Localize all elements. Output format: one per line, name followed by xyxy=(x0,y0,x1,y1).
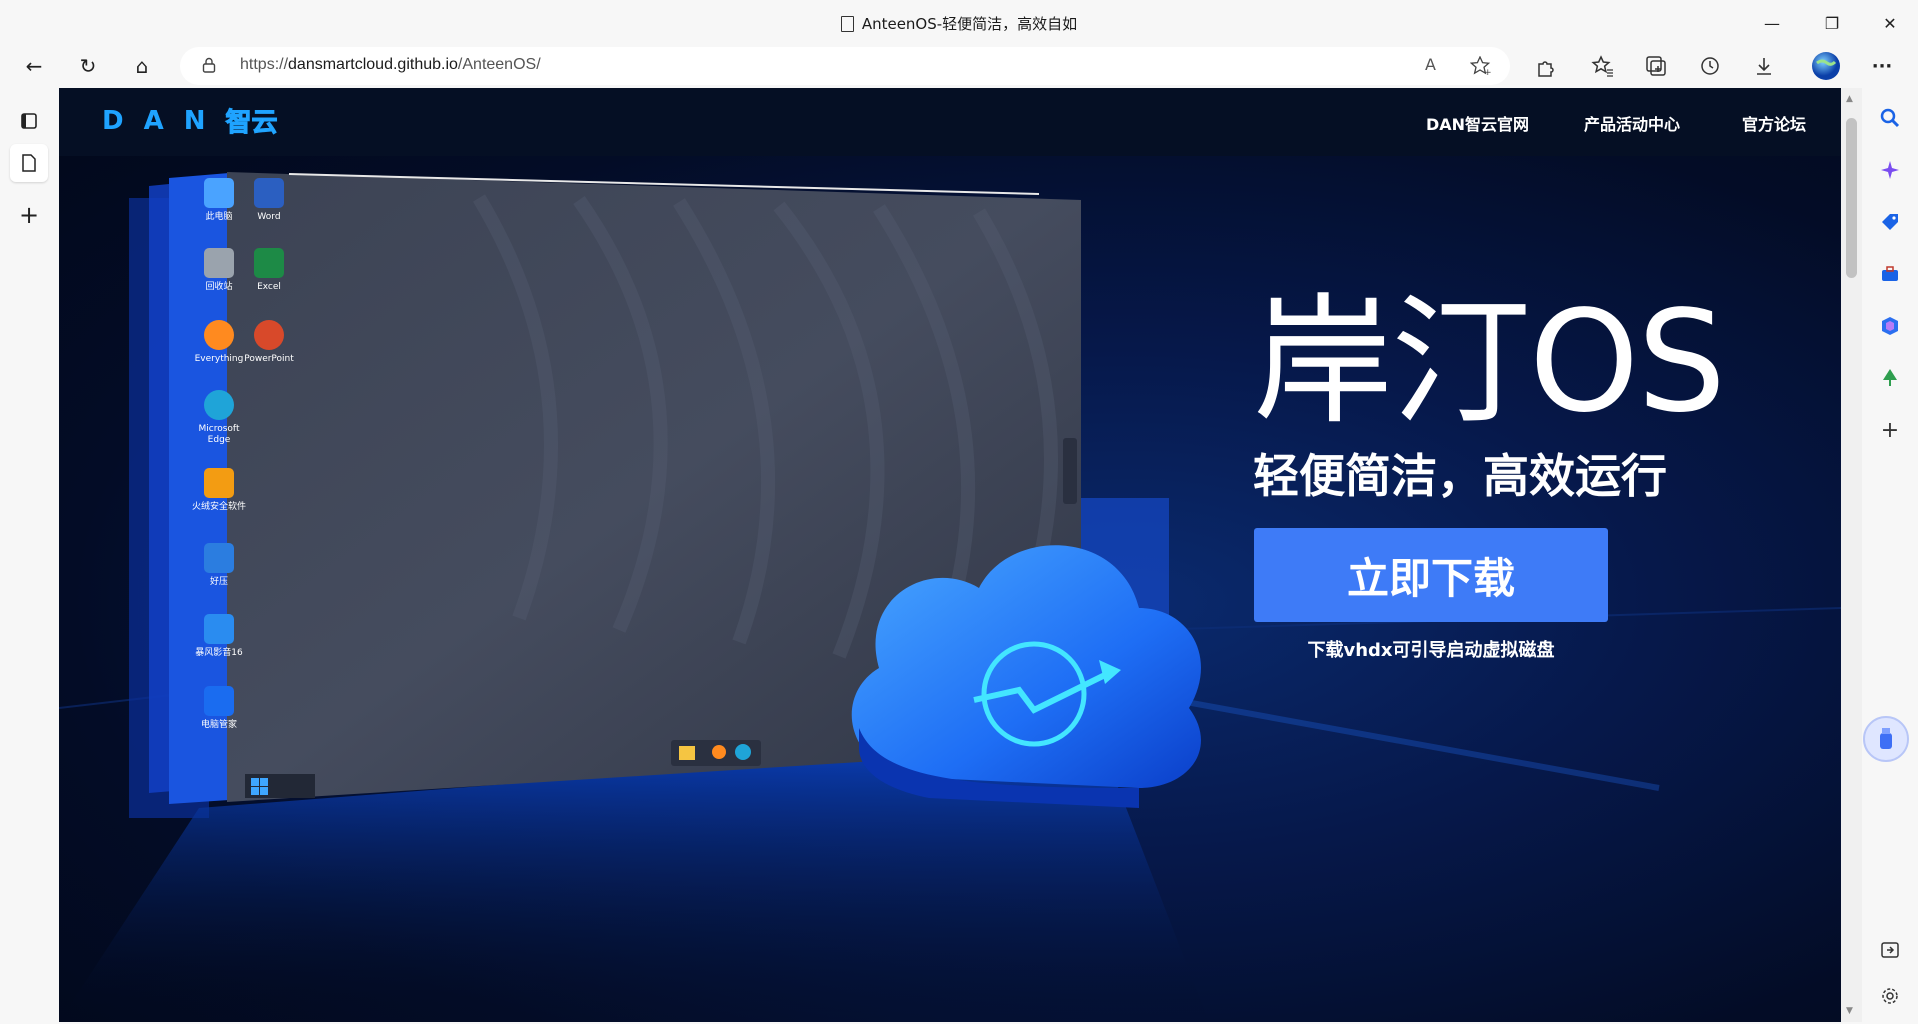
nav-link-official-site[interactable]: DAN智云官网 xyxy=(1426,111,1529,135)
shield-check-icon xyxy=(204,686,234,716)
add-favorite-icon[interactable]: + xyxy=(1470,56,1492,76)
site-logo[interactable]: D A N 智云 xyxy=(102,102,278,139)
vertical-tabs-strip: + xyxy=(0,86,58,1024)
more-menu-button[interactable]: ··· xyxy=(1864,48,1900,84)
add-sidebar-app-icon[interactable]: + xyxy=(1872,412,1908,448)
desktop-icon-pc-manager[interactable]: 电脑管家 xyxy=(189,686,249,731)
desktop-icon-excel[interactable]: Excel xyxy=(239,248,299,293)
new-tab-button[interactable]: + xyxy=(10,196,48,234)
back-button[interactable]: ← xyxy=(16,48,52,84)
history-icon[interactable] xyxy=(1692,48,1728,84)
minimize-button[interactable]: — xyxy=(1752,8,1792,38)
edge-sidebar: + xyxy=(1862,86,1918,1024)
hero-title: 岸汀OS xyxy=(1253,281,1726,444)
logo-letter: N xyxy=(183,105,208,136)
copilot-sparkle-icon[interactable] xyxy=(1872,152,1908,188)
archive-icon xyxy=(204,543,234,573)
downloads-icon[interactable] xyxy=(1746,48,1782,84)
download-button[interactable]: 立即下载 xyxy=(1254,528,1608,622)
desktop-icon-haozip[interactable]: 好压 xyxy=(189,543,249,588)
scroll-down-arrow[interactable]: ▼ xyxy=(1846,1006,1853,1016)
settings-gear-icon[interactable] xyxy=(1872,978,1908,1014)
title-bar: AnteenOS-轻便简洁，高效自如 — ❐ ✕ xyxy=(0,0,1918,46)
collections-icon[interactable] xyxy=(1638,48,1674,84)
window-title: AnteenOS-轻便简洁，高效自如 xyxy=(0,13,1918,34)
web-content: 此电脑 Word 回收站 Excel Everything PowerPoint… xyxy=(59,88,1841,1022)
browser-toolbar: ← ↻ ⌂ https://dansmartcloud.github.io/An… xyxy=(0,46,1918,86)
video-player-icon xyxy=(204,614,234,644)
office-icon[interactable] xyxy=(1872,308,1908,344)
tab-current-page[interactable] xyxy=(10,144,48,182)
home-button[interactable]: ⌂ xyxy=(124,48,160,84)
usb-drive-icon xyxy=(1880,728,1892,749)
extensions-icon[interactable] xyxy=(1528,48,1564,84)
powerpoint-icon xyxy=(254,320,284,350)
address-bar[interactable]: https://dansmartcloud.github.io/AnteenOS… xyxy=(180,47,1510,85)
search-magnifier-icon xyxy=(204,320,234,350)
nav-link-activity-center[interactable]: 产品活动中心 xyxy=(1584,111,1680,135)
search-icon[interactable] xyxy=(1872,100,1908,136)
reload-button[interactable]: ↻ xyxy=(70,48,106,84)
url-text[interactable]: https://dansmartcloud.github.io/AnteenOS… xyxy=(240,56,541,74)
window-title-text: AnteenOS-轻便简洁，高效自如 xyxy=(861,15,1078,33)
favorites-icon[interactable] xyxy=(1584,48,1620,84)
logo-letter: A xyxy=(143,105,166,136)
svg-text:+: + xyxy=(1484,68,1492,76)
shopping-tag-icon[interactable] xyxy=(1872,204,1908,240)
desktop-icon-baofeng[interactable]: 暴风影音16 xyxy=(189,614,249,659)
profile-avatar[interactable] xyxy=(1808,48,1844,84)
lock-icon[interactable] xyxy=(202,57,216,73)
monitor-icon xyxy=(204,178,234,208)
close-button[interactable]: ✕ xyxy=(1870,8,1910,38)
page-icon xyxy=(22,154,36,172)
scroll-thumb[interactable] xyxy=(1846,118,1857,278)
page-scrollbar[interactable]: ▲ ▼ xyxy=(1841,88,1862,1022)
hide-sidebar-icon[interactable] xyxy=(1872,932,1908,968)
avatar-globe-icon xyxy=(1812,52,1840,80)
shield-icon xyxy=(204,468,234,498)
page-icon xyxy=(840,16,854,32)
recycle-bin-icon xyxy=(204,248,234,278)
hero-subtitle: 轻便简洁，高效运行 xyxy=(1253,449,1667,503)
site-header: D A N 智云 DAN智云官网 产品活动中心 官方论坛 xyxy=(59,88,1841,156)
desktop-icon-powerpoint[interactable]: PowerPoint xyxy=(239,320,299,365)
desktop-icon-edge[interactable]: Microsoft Edge xyxy=(189,390,249,446)
read-aloud-icon[interactable]: A xyxy=(1425,55,1436,74)
excel-icon xyxy=(254,248,284,278)
floating-assistant-button[interactable] xyxy=(1863,716,1909,762)
tree-icon[interactable] xyxy=(1872,360,1908,396)
edge-icon xyxy=(204,390,234,420)
logo-cn: 智云 xyxy=(225,108,278,139)
desktop-icon-word[interactable]: Word xyxy=(239,178,299,223)
restore-button[interactable]: ❐ xyxy=(1812,8,1852,38)
word-icon xyxy=(254,178,284,208)
tab-actions-icon[interactable] xyxy=(10,102,48,140)
scroll-up-arrow[interactable]: ▲ xyxy=(1846,94,1853,104)
logo-letter: D xyxy=(102,105,126,136)
tools-briefcase-icon[interactable] xyxy=(1872,256,1908,292)
download-note: 下载vhdx可引导启动虚拟磁盘 xyxy=(1307,640,1555,661)
desktop-icon-huorong[interactable]: 火绒安全软件 xyxy=(189,468,249,513)
nav-link-forum[interactable]: 官方论坛 xyxy=(1742,111,1806,135)
